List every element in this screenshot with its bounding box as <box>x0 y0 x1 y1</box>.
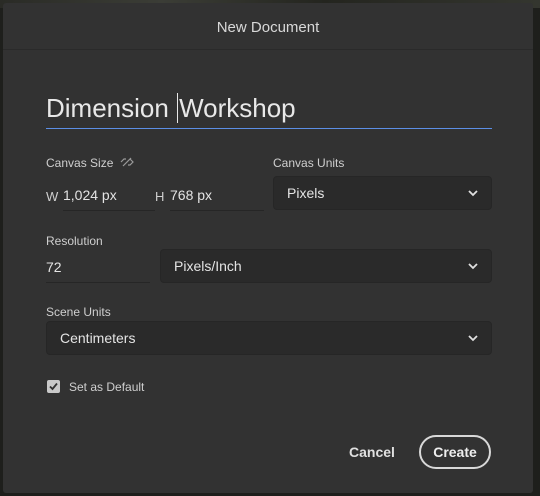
height-input[interactable]: 768 px <box>170 181 264 211</box>
document-name-text-before: Dimension <box>46 93 177 123</box>
resolution-input[interactable]: 72 <box>46 253 150 283</box>
create-button[interactable]: Create <box>419 435 491 469</box>
canvas-units-label: Canvas Units <box>273 156 345 170</box>
canvas-units-value: Pixels <box>287 185 325 201</box>
chevron-down-icon <box>468 335 478 342</box>
document-name-text-after: Workshop <box>179 93 296 123</box>
canvas-size-label: Canvas Size <box>46 156 114 170</box>
scene-units-dropdown[interactable]: Centimeters <box>46 321 492 355</box>
resolution-unit-dropdown[interactable]: Pixels/Inch <box>160 249 492 283</box>
cancel-button[interactable]: Cancel <box>336 435 408 469</box>
scene-units-label: Scene Units <box>46 305 111 319</box>
text-caret <box>177 93 179 124</box>
new-document-dialog: New Document Dimension Workshop Canvas S… <box>3 3 533 493</box>
unlink-icon[interactable] <box>120 156 134 168</box>
set-default-checkbox[interactable] <box>47 380 60 393</box>
canvas-units-dropdown[interactable]: Pixels <box>273 176 492 210</box>
checkmark-icon <box>49 382 58 391</box>
height-prefix: H <box>155 189 165 204</box>
width-input[interactable]: 1,024 px <box>63 181 155 211</box>
chevron-down-icon <box>468 263 478 270</box>
resolution-label: Resolution <box>46 234 103 248</box>
width-prefix: W <box>46 189 59 204</box>
scene-units-value: Centimeters <box>60 330 136 346</box>
resolution-unit-value: Pixels/Inch <box>174 258 242 274</box>
document-name-input[interactable]: Dimension Workshop <box>46 87 492 129</box>
set-default-label[interactable]: Set as Default <box>69 380 144 394</box>
chevron-down-icon <box>468 190 478 197</box>
dialog-title: New Document <box>216 19 320 36</box>
title-divider <box>3 49 533 50</box>
